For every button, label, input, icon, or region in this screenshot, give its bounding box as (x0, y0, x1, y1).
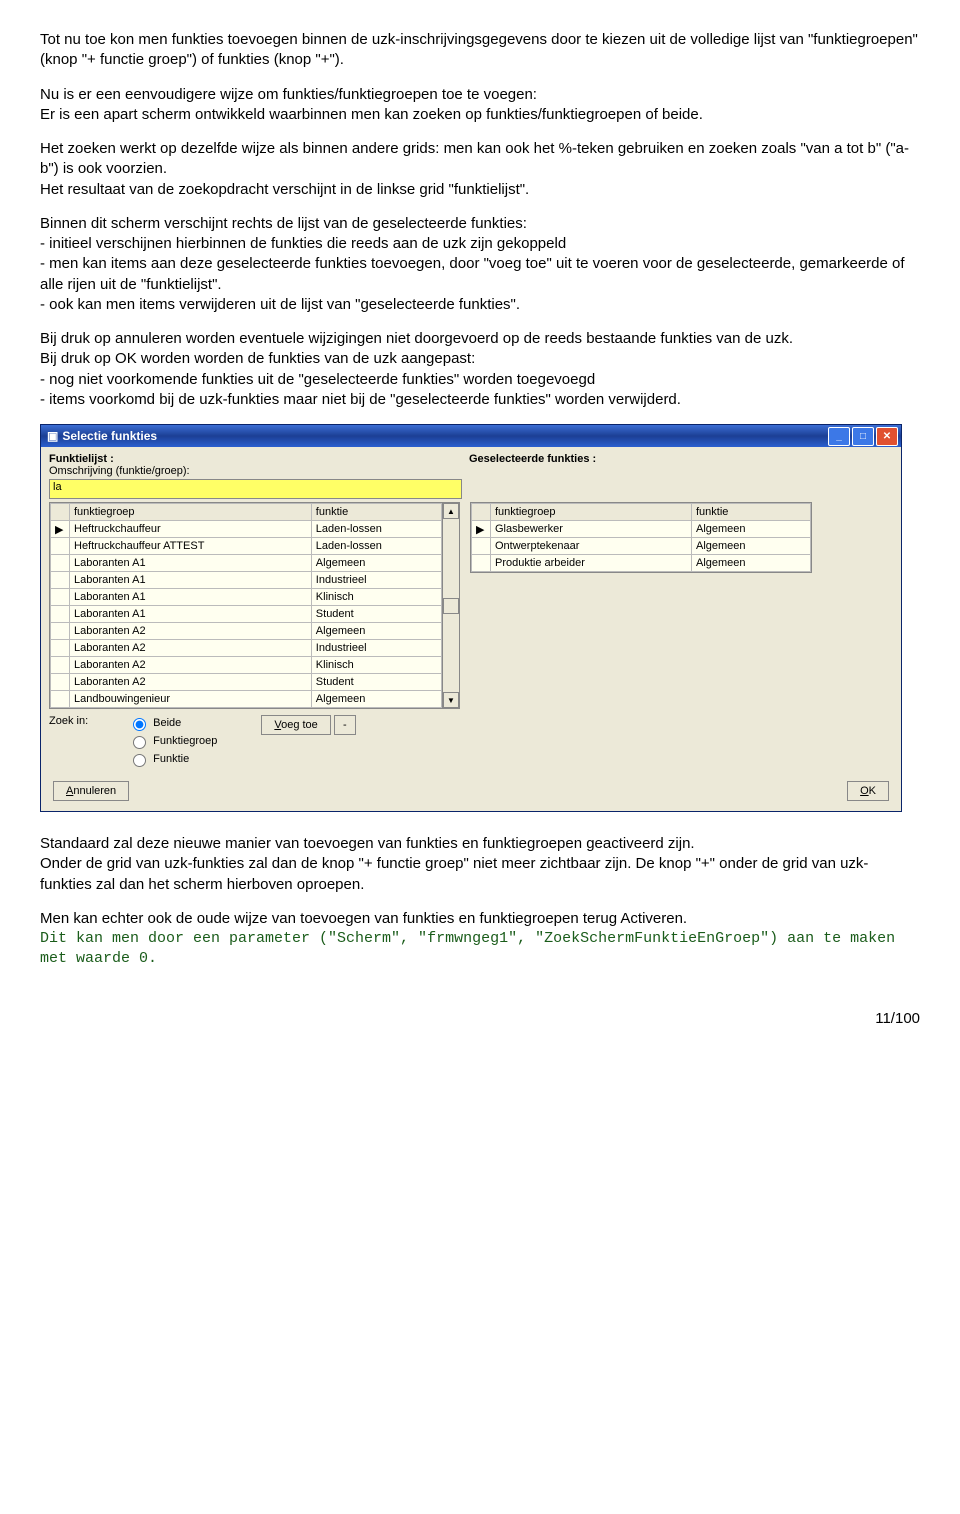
table-row[interactable]: Laboranten A1Student (51, 606, 442, 623)
paragraph: Men kan echter ook de oude wijze van toe… (40, 909, 920, 929)
scroll-down-icon[interactable]: ▼ (443, 692, 459, 708)
maximize-button[interactable]: □ (852, 427, 874, 446)
col-header[interactable]: funktiegroep (70, 504, 312, 521)
table-row[interactable]: Produktie arbeiderAlgemeen (472, 555, 811, 572)
col-header[interactable]: funktiegroep (491, 504, 692, 521)
table-row[interactable]: OntwerptekenaarAlgemeen (472, 538, 811, 555)
paragraph: Standaard zal deze nieuwe manier van toe… (40, 834, 920, 854)
radio-funktie[interactable]: Funktie (128, 751, 217, 767)
scroll-thumb[interactable] (443, 598, 459, 614)
table-row[interactable]: ▶GlasbewerkerAlgemeen (472, 521, 811, 538)
scrollbar[interactable]: ▲ ▼ (443, 502, 460, 709)
paragraph: Het zoeken werkt op dezelfde wijze als b… (40, 139, 920, 180)
paragraph: Tot nu toe kon men funkties toevoegen bi… (40, 30, 920, 71)
bullet: - nog niet voorkomende funkties uit de "… (40, 370, 920, 390)
titlebar[interactable]: ▣ Selectie funkties _ □ ✕ (41, 425, 901, 447)
table-row[interactable]: Laboranten A1Algemeen (51, 555, 442, 572)
table-row[interactable]: Laboranten A2Industrieel (51, 640, 442, 657)
scroll-up-icon[interactable]: ▲ (443, 503, 459, 519)
table-row[interactable]: Heftruckchauffeur ATTESTLaden-lossen (51, 538, 442, 555)
paragraph: Het resultaat van de zoekopdracht versch… (40, 180, 920, 200)
dialog-window: ▣ Selectie funkties _ □ ✕ Funktielijst :… (40, 424, 902, 812)
page-number: 11/100 (40, 1010, 920, 1027)
bullet: - ook kan men items verwijderen uit de l… (40, 295, 920, 315)
paragraph: Onder de grid van uzk-funkties zal dan d… (40, 854, 920, 895)
left-list-label: Funktielijst : (49, 453, 469, 465)
table-row[interactable]: ▶HeftruckchauffeurLaden-lossen (51, 521, 442, 538)
search-desc-label: Omschrijving (funktie/groep): (49, 465, 469, 477)
annuleren-button[interactable]: Annuleren (53, 781, 129, 801)
code-line: Dit kan men door een parameter ("Scherm"… (40, 929, 920, 970)
paragraph: Binnen dit scherm verschijnt rechts de l… (40, 214, 920, 234)
table-row[interactable]: LandbouwingenieurAlgemeen (51, 691, 442, 708)
zoekin-radios[interactable]: Beide Funktiegroep Funktie (128, 715, 217, 767)
right-list-label: Geselecteerde funkties : (469, 453, 893, 477)
paragraph: Nu is er een eenvoudigere wijze om funkt… (40, 85, 920, 126)
app-icon: ▣ (47, 429, 58, 443)
right-grid[interactable]: funktiegroepfunktie ▶GlasbewerkerAlgemee… (470, 502, 812, 573)
bullet: - men kan items aan deze geselecteerde f… (40, 254, 920, 295)
left-grid[interactable]: funktiegroepfunktie ▶HeftruckchauffeurLa… (49, 502, 443, 709)
voeg-toe-button[interactable]: Voeg toe (261, 715, 330, 735)
remove-button[interactable]: - (334, 715, 356, 735)
bullet: - items voorkomd bij de uzk-funkties maa… (40, 390, 920, 410)
window-title: Selectie funkties (62, 429, 828, 443)
table-row[interactable]: Laboranten A1Industrieel (51, 572, 442, 589)
zoekin-label: Zoek in: (49, 715, 88, 727)
col-header[interactable]: funktie (311, 504, 441, 521)
table-row[interactable]: Laboranten A1Klinisch (51, 589, 442, 606)
radio-beide[interactable]: Beide (128, 715, 217, 731)
ok-button[interactable]: OK (847, 781, 889, 801)
radio-funktiegroep[interactable]: Funktiegroep (128, 733, 217, 749)
col-header[interactable]: funktie (692, 504, 811, 521)
table-row[interactable]: Laboranten A2Klinisch (51, 657, 442, 674)
paragraph: Bij druk op OK worden worden de funkties… (40, 349, 920, 369)
bullet: - initieel verschijnen hierbinnen de fun… (40, 234, 920, 254)
paragraph: Bij druk op annuleren worden eventuele w… (40, 329, 920, 349)
search-input[interactable]: la (49, 479, 462, 499)
table-row[interactable]: Laboranten A2Algemeen (51, 623, 442, 640)
minimize-button[interactable]: _ (828, 427, 850, 446)
close-button[interactable]: ✕ (876, 427, 898, 446)
table-row[interactable]: Laboranten A2Student (51, 674, 442, 691)
